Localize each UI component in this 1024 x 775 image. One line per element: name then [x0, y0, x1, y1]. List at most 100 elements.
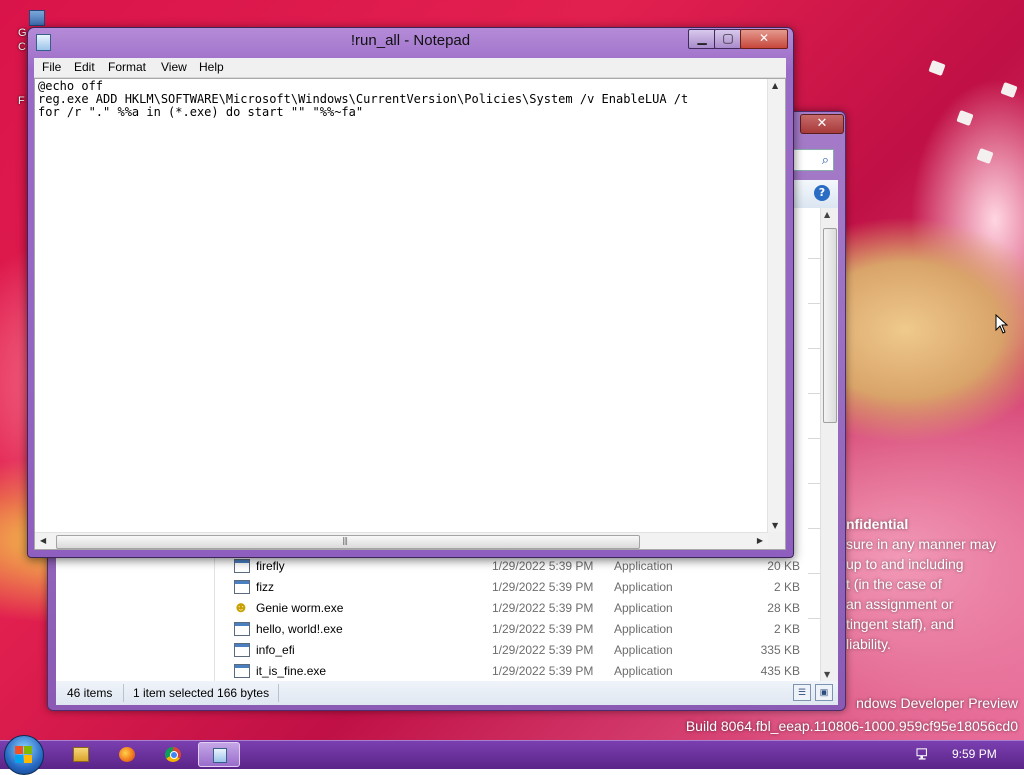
file-type: Application — [614, 580, 673, 594]
wallpaper-dot — [1000, 81, 1018, 99]
scroll-right-arrow-icon[interactable]: ▶ — [757, 536, 763, 545]
mouse-cursor-icon — [995, 314, 1009, 334]
file-type: Application — [614, 622, 673, 636]
minimize-button[interactable]: ▁ — [688, 29, 716, 49]
file-row[interactable]: info_efi 1/29/2022 5:39 PM Application 3… — [222, 640, 812, 661]
menu-format[interactable]: Format — [108, 60, 146, 74]
file-size: 335 KB — [760, 643, 800, 657]
text-content[interactable]: @echo off reg.exe ADD HKLM\SOFTWARE\Micro… — [38, 80, 766, 530]
watermark-line-2: Build 8064.fbl_eeap.110806-1000.959cf95e… — [685, 718, 1018, 734]
grip-icon: ||| — [342, 536, 348, 545]
file-name: Genie worm.exe — [256, 601, 344, 615]
menu-file[interactable]: File — [42, 60, 61, 74]
exe-icon — [234, 643, 250, 657]
file-date: 1/29/2022 5:39 PM — [492, 580, 594, 594]
desktop: G C F nfidential sure in any manner may … — [0, 0, 1024, 740]
explorer-status-bar: 46 items 1 item selected 166 bytes ☰ ▣ — [56, 681, 838, 705]
taskbar: 9:59 PM — [0, 735, 1024, 775]
chrome-icon — [165, 747, 181, 762]
scroll-left-arrow-icon[interactable]: ◀ — [40, 536, 46, 545]
scroll-down-arrow-icon[interactable]: ▼ — [772, 521, 778, 530]
file-size: 435 KB — [760, 664, 800, 678]
file-size: 28 KB — [767, 601, 800, 615]
exe-icon — [234, 559, 250, 573]
scrollbar-thumb[interactable] — [823, 228, 837, 423]
file-name: it_is_fine.exe — [256, 664, 327, 678]
file-row[interactable]: firefly 1/29/2022 5:39 PM Application 20… — [222, 556, 812, 577]
selection-info: 1 item selected 166 bytes — [133, 686, 270, 700]
large-icons-view-icon[interactable]: ▣ — [815, 684, 833, 701]
file-type: Application — [614, 643, 673, 657]
system-clock[interactable]: 9:59 PM — [952, 747, 997, 761]
file-type: Application — [614, 559, 673, 573]
taskbar-chrome-button[interactable] — [152, 742, 194, 767]
confidential-line: tingent staff), and — [846, 616, 954, 632]
menu-view[interactable]: View — [161, 60, 187, 74]
search-icon[interactable]: ⌕ — [792, 149, 834, 171]
file-date: 1/29/2022 5:39 PM — [492, 622, 594, 636]
file-name: hello, world!.exe — [256, 622, 343, 636]
file-row[interactable]: it_is_fine.exe 1/29/2022 5:39 PM Applica… — [222, 661, 812, 681]
text-editor[interactable]: @echo off reg.exe ADD HKLM\SOFTWARE\Micro… — [34, 78, 786, 550]
windows-logo-icon — [15, 746, 33, 764]
notepad-window[interactable]: !run_all - Notepad ▁ ▢ ✕ File Edit Forma… — [27, 27, 794, 558]
confidential-line: an assignment or — [846, 596, 954, 612]
desktop-shortcut-icon[interactable] — [29, 10, 45, 26]
scroll-up-arrow-icon[interactable]: ▲ — [772, 81, 778, 90]
file-type: Application — [614, 601, 673, 615]
explorer-vertical-scrollbar[interactable]: ▲ ▼ — [820, 208, 838, 681]
maximize-button[interactable]: ▢ — [714, 29, 742, 49]
scroll-down-arrow-icon[interactable]: ▼ — [824, 670, 830, 679]
status-separator — [278, 684, 279, 702]
status-separator — [123, 684, 124, 702]
start-button[interactable] — [4, 735, 44, 775]
action-center-icon[interactable] — [916, 748, 930, 760]
exe-icon — [234, 664, 250, 678]
confidential-line: up to and including — [846, 556, 964, 572]
taskbar-firefox-button[interactable] — [106, 742, 148, 767]
file-type: Application — [614, 664, 673, 678]
wallpaper-dot — [928, 59, 946, 77]
desktop-label-fragment[interactable]: C — [18, 41, 26, 53]
desktop-label-fragment[interactable]: G — [18, 27, 27, 39]
file-name: firefly — [256, 559, 285, 573]
file-name: info_efi — [256, 643, 295, 657]
scrollbar-corner — [768, 532, 785, 549]
close-button[interactable]: ✕ — [740, 29, 788, 49]
explorer-close-button[interactable]: ✕ — [800, 114, 844, 134]
details-view-icon[interactable]: ☰ — [793, 684, 811, 701]
scroll-up-arrow-icon[interactable]: ▲ — [824, 210, 830, 219]
confidential-line: liability. — [846, 636, 891, 652]
notepad-icon — [213, 748, 227, 763]
file-size: 2 KB — [773, 622, 800, 636]
file-row[interactable]: fizz 1/29/2022 5:39 PM Application 2 KB — [222, 577, 812, 598]
scrollbar-thumb[interactable]: ||| — [56, 535, 640, 549]
taskbar-notepad-button[interactable] — [198, 742, 240, 767]
confidential-line: sure in any manner may — [846, 536, 997, 552]
item-count: 46 items — [67, 686, 113, 700]
window-title: !run_all - Notepad — [350, 32, 471, 49]
text-line: for /r "." %%a in (*.exe) do start "" "%… — [38, 105, 364, 119]
watermark-line-1: ndows Developer Preview — [856, 695, 1018, 711]
desktop-label-fragment[interactable]: F — [18, 95, 25, 107]
vertical-scrollbar[interactable]: ▲ ▼ — [767, 79, 785, 532]
menu-help[interactable]: Help — [199, 60, 224, 74]
taskbar-explorer-button[interactable] — [60, 742, 102, 767]
firefox-icon — [119, 747, 135, 762]
file-date: 1/29/2022 5:39 PM — [492, 664, 594, 678]
help-icon[interactable]: ? — [814, 185, 830, 201]
file-size: 20 KB — [767, 559, 800, 573]
menu-edit[interactable]: Edit — [74, 60, 95, 74]
exe-icon — [234, 580, 250, 594]
smiley-icon: ☻ — [233, 599, 249, 616]
file-date: 1/29/2022 5:39 PM — [492, 643, 594, 657]
file-size: 2 KB — [773, 580, 800, 594]
confidential-notice: nfidential sure in any manner may up to … — [846, 514, 1024, 654]
file-row[interactable]: ☻ Genie worm.exe 1/29/2022 5:39 PM Appli… — [222, 598, 812, 619]
file-explorer-icon — [73, 747, 89, 762]
menu-bar: File Edit Format View Help — [34, 58, 786, 78]
file-date: 1/29/2022 5:39 PM — [492, 601, 594, 615]
horizontal-scrollbar[interactable]: ◀ ||| ▶ — [35, 532, 768, 549]
confidential-line: t (in the case of — [846, 576, 942, 592]
file-row[interactable]: hello, world!.exe 1/29/2022 5:39 PM Appl… — [222, 619, 812, 640]
